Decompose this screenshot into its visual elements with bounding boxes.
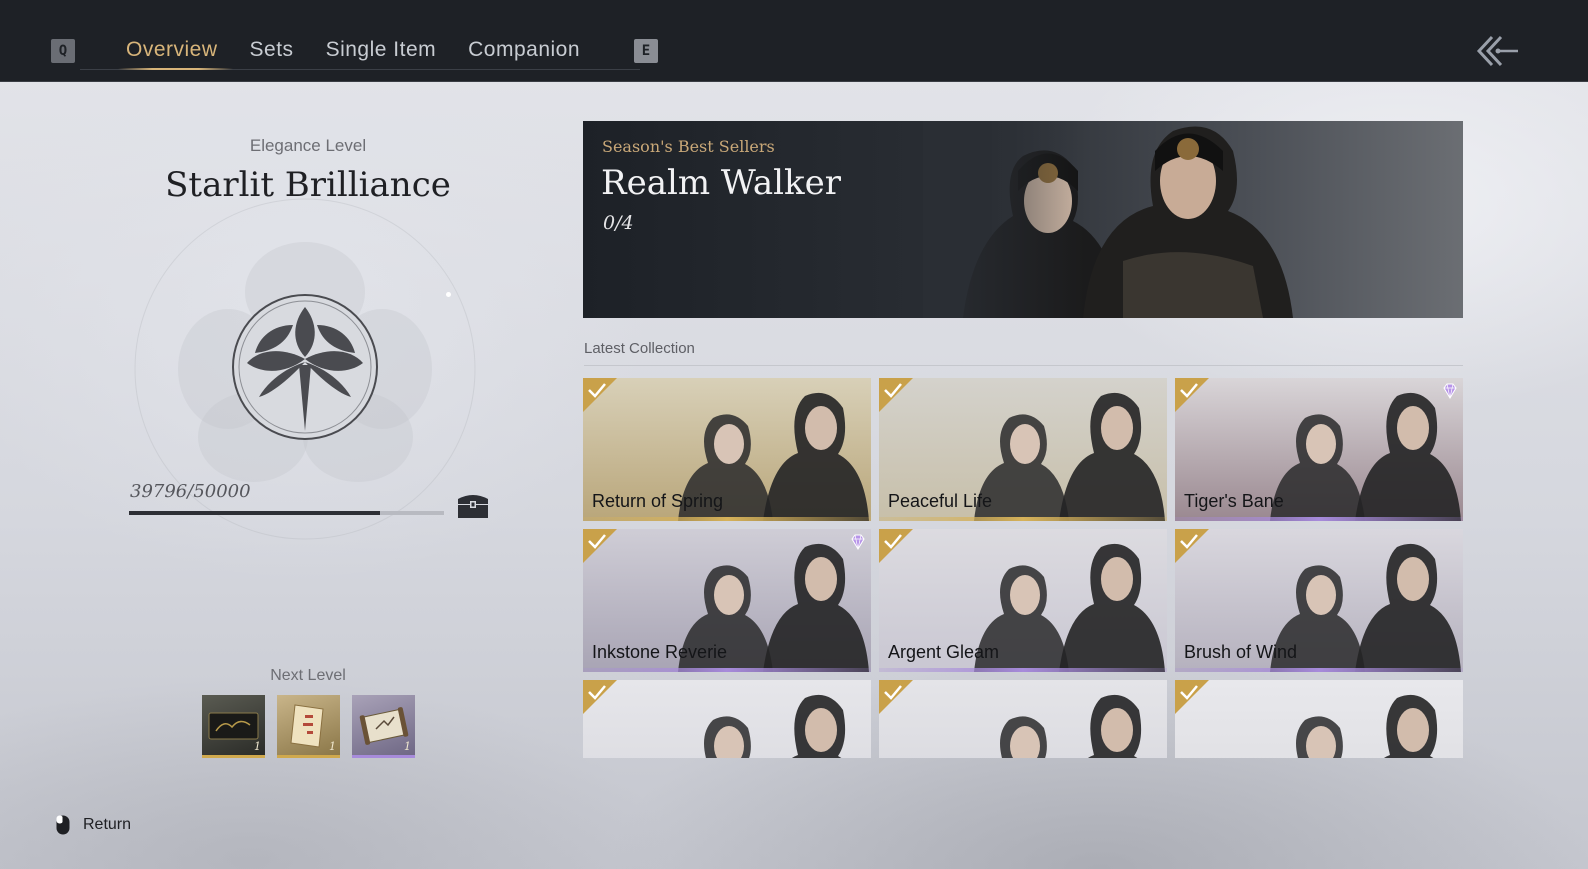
tab-overview[interactable]: Overview xyxy=(110,30,234,70)
chest-icon xyxy=(458,495,488,518)
next-level-label: Next Level xyxy=(270,667,346,684)
reward-chest-button[interactable] xyxy=(456,491,490,519)
rarity-glow xyxy=(879,517,1167,521)
collection-card[interactable]: Tiger's Bane xyxy=(1175,378,1463,521)
active-tab-indicator xyxy=(118,68,233,70)
owned-check-icon xyxy=(879,680,913,714)
back-arrow-icon xyxy=(1476,35,1518,67)
elegance-progress-text: 39796/50000 xyxy=(130,481,251,502)
collection-card[interactable] xyxy=(583,680,871,758)
reward-quantity: 1 xyxy=(404,740,411,753)
section-divider xyxy=(584,365,1463,366)
rarity-glow xyxy=(583,517,871,521)
rarity-glow xyxy=(1175,517,1463,521)
banner-character-art xyxy=(923,121,1463,318)
collection-card-title: Brush of Wind xyxy=(1184,642,1298,662)
collection-card[interactable]: Argent Gleam xyxy=(879,529,1167,672)
outfit-preview-art xyxy=(583,680,871,758)
collection-card-title: Inkstone Reverie xyxy=(592,642,728,662)
return-button[interactable]: Return xyxy=(55,814,131,836)
next-tab-key-hint[interactable]: E xyxy=(634,39,658,63)
collection-card[interactable]: Brush of Wind xyxy=(1175,529,1463,672)
banner-title: Realm Walker xyxy=(601,163,842,203)
collection-card[interactable] xyxy=(879,680,1167,758)
owned-check-icon xyxy=(1175,529,1209,563)
rarity-glow xyxy=(583,668,871,672)
collection-card[interactable] xyxy=(1175,680,1463,758)
tab-companion[interactable]: Companion xyxy=(452,30,596,70)
tab-single-item[interactable]: Single Item xyxy=(310,30,453,70)
collection-card-title: Tiger's Bane xyxy=(1184,491,1284,511)
elegance-progress-bar xyxy=(129,511,444,515)
tab-bar: Overview Sets Single Item Companion xyxy=(110,30,596,70)
owned-check-icon xyxy=(1175,378,1209,412)
latest-collection-label: Latest Collection xyxy=(584,340,695,357)
owned-check-icon xyxy=(1175,680,1209,714)
banner-collected-count: 0/4 xyxy=(603,212,634,234)
owned-check-icon xyxy=(583,680,617,714)
outfit-preview-art xyxy=(1175,680,1463,758)
collection-card-title: Peaceful Life xyxy=(888,491,993,511)
next-level-reward[interactable]: 1 xyxy=(277,695,340,758)
back-button[interactable] xyxy=(1472,30,1522,72)
rarity-glow xyxy=(1175,668,1463,672)
collection-card[interactable]: Peaceful Life xyxy=(879,378,1167,521)
rare-gem-icon xyxy=(851,534,865,550)
elegance-level-label: Elegance Level xyxy=(249,136,367,155)
featured-banner[interactable]: Season's Best Sellers Realm Walker 0/4 xyxy=(583,121,1463,318)
mouse-icon xyxy=(56,815,70,835)
owned-check-icon xyxy=(879,378,913,412)
collection-card-title: Return of Spring xyxy=(592,491,724,511)
prev-tab-key-hint[interactable]: Q xyxy=(51,39,75,63)
next-level-reward[interactable]: 1 xyxy=(202,695,265,758)
banner-page-indicator[interactable] xyxy=(446,292,451,297)
rare-gem-icon xyxy=(1443,383,1457,399)
elegance-progress-fill xyxy=(129,511,380,515)
tab-sets[interactable]: Sets xyxy=(234,30,310,70)
owned-check-icon xyxy=(583,378,617,412)
collection-card-title: Argent Gleam xyxy=(888,642,1000,662)
top-nav-bar: Q Overview Sets Single Item Companion E xyxy=(0,0,1588,82)
reward-quantity: 1 xyxy=(254,740,261,753)
next-level-reward[interactable]: 1 xyxy=(352,695,415,758)
collection-card[interactable]: Inkstone Reverie xyxy=(583,529,871,672)
return-label: Return xyxy=(83,816,132,833)
owned-check-icon xyxy=(583,529,617,563)
banner-subtitle: Season's Best Sellers xyxy=(602,137,775,156)
owned-check-icon xyxy=(879,529,913,563)
outfit-preview-art xyxy=(879,680,1167,758)
reward-quantity: 1 xyxy=(329,740,336,753)
collection-card[interactable]: Return of Spring xyxy=(583,378,871,521)
rarity-glow xyxy=(879,668,1167,672)
latest-collection-grid: Return of Spring Peaceful Life Tiger's B… xyxy=(583,378,1467,758)
